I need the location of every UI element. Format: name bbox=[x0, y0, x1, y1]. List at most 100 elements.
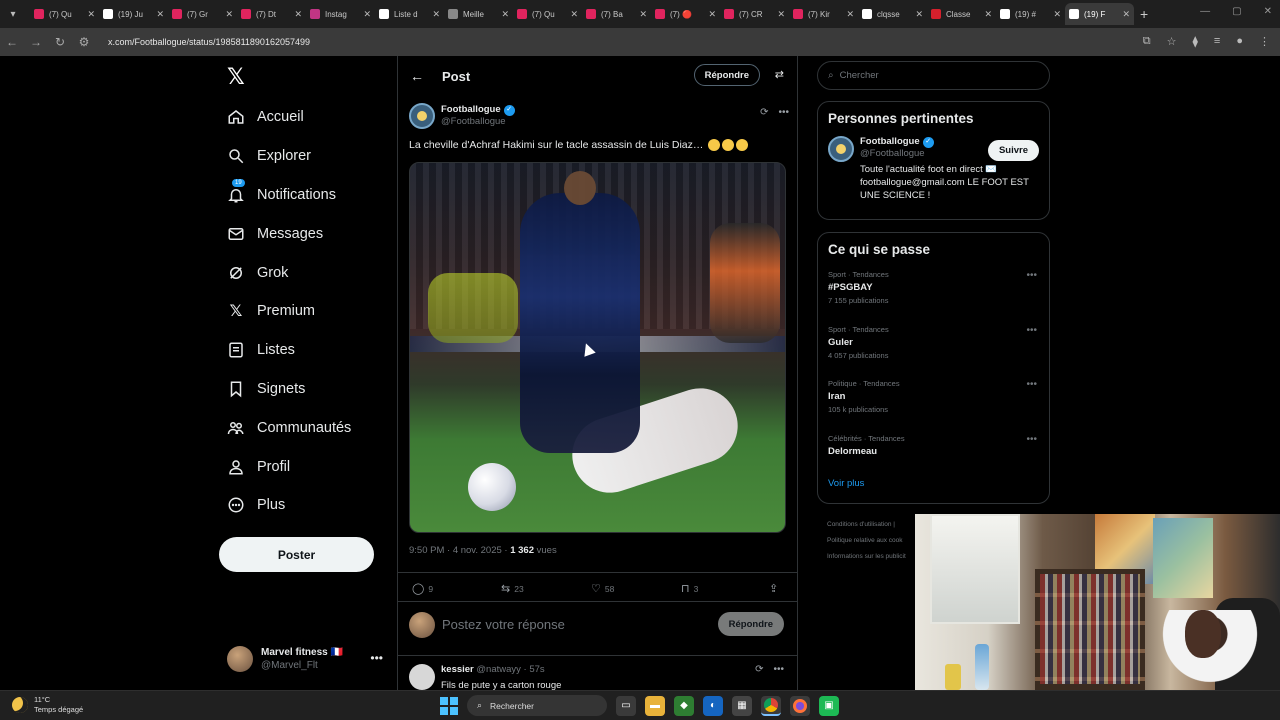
bookmark-action[interactable]: ⊓ 3 bbox=[681, 582, 698, 595]
tab-close-icon[interactable]: ✕ bbox=[846, 9, 854, 20]
reply-item[interactable]: kessier @natwayy · 57s Fils de pute y a … bbox=[398, 658, 798, 691]
tab-close-icon[interactable]: ✕ bbox=[915, 9, 923, 20]
reply-author-name[interactable]: kessier bbox=[441, 664, 474, 675]
nav-item-premium[interactable]: 𝕏 Premium bbox=[227, 292, 397, 331]
relevant-person[interactable]: Footballogue ✓ @Footballogue Toute l'actu… bbox=[818, 126, 1049, 210]
bookmark-star-icon[interactable]: ☆ bbox=[1167, 35, 1177, 48]
tab-close-icon[interactable]: ✕ bbox=[777, 9, 785, 20]
back-nav-icon[interactable]: ← bbox=[0, 35, 24, 49]
share-action[interactable]: ⇪ bbox=[769, 582, 782, 595]
tweet-time[interactable]: 9:50 PM · 4 nov. 2025 · bbox=[409, 545, 510, 556]
reply-more-icon[interactable]: ••• bbox=[773, 664, 784, 675]
tab-close-icon[interactable]: ✕ bbox=[432, 9, 440, 20]
like-action[interactable]: ♡ 58 bbox=[591, 582, 614, 595]
author-handle[interactable]: @Footballogue bbox=[441, 116, 515, 128]
account-switcher[interactable]: Marvel fitness 🇫🇷 @Marvel_Flt ••• bbox=[227, 643, 387, 675]
nav-item-communities[interactable]: Communautés bbox=[227, 408, 397, 447]
start-windows-icon[interactable] bbox=[440, 696, 458, 715]
reply-action[interactable]: ◯ 9 bbox=[412, 582, 433, 595]
media-icon[interactable]: ≡ bbox=[1214, 35, 1220, 48]
close-window-icon[interactable]: ✕ bbox=[1264, 6, 1272, 17]
footer-link[interactable]: Politique relative aux cook bbox=[827, 533, 906, 549]
browser-tab[interactable]: (7) Qu ✕ bbox=[30, 3, 99, 25]
browser-tab[interactable]: Meille ✕ bbox=[444, 3, 513, 25]
chrome-icon[interactable] bbox=[761, 695, 781, 716]
tab-close-icon[interactable]: ✕ bbox=[87, 9, 95, 20]
tab-close-icon[interactable]: ✕ bbox=[570, 9, 578, 20]
avatar[interactable] bbox=[409, 664, 435, 690]
browser-tab[interactable]: (7) Qu ✕ bbox=[513, 3, 582, 25]
footer-link[interactable]: Conditions d'utilisation | bbox=[827, 517, 906, 533]
file-explorer-icon[interactable]: ▬ bbox=[645, 695, 665, 716]
url-field[interactable]: x.com/Footballogue/status/19858118901620… bbox=[108, 37, 310, 47]
maximize-icon[interactable]: ▢ bbox=[1232, 6, 1241, 17]
taskbar-search[interactable]: ⌕ Rechercher bbox=[467, 695, 607, 716]
trend-more-icon[interactable]: ••• bbox=[1026, 270, 1037, 281]
browser-tab[interactable]: (19) # ✕ bbox=[996, 3, 1065, 25]
trend-item[interactable]: Célébrités · Tendances Delormeau ••• bbox=[818, 434, 1049, 478]
browser-tab[interactable]: Classe ✕ bbox=[927, 3, 996, 25]
trend-more-icon[interactable]: ••• bbox=[1026, 434, 1037, 445]
tab-search-icon[interactable]: ▾ bbox=[6, 7, 20, 21]
site-info-icon[interactable]: ⚙ bbox=[72, 35, 96, 49]
tweet-media-video[interactable] bbox=[409, 162, 786, 533]
author-avatar[interactable] bbox=[409, 103, 435, 129]
tab-close-icon[interactable]: ✕ bbox=[225, 9, 233, 20]
browser-tab[interactable]: (7) Kir ✕ bbox=[789, 3, 858, 25]
nav-item-home[interactable]: Accueil bbox=[227, 98, 397, 137]
tab-close-icon[interactable]: ✕ bbox=[639, 9, 647, 20]
browser-menu-icon[interactable]: ⋮ bbox=[1259, 35, 1270, 48]
browser-tab[interactable]: Liste d ✕ bbox=[375, 3, 444, 25]
nvidia-icon[interactable]: ◆ bbox=[674, 695, 694, 716]
reload-icon[interactable]: ↻ bbox=[48, 35, 72, 49]
trend-item[interactable]: Sport · Tendances Guler 4 057 publicatio… bbox=[818, 325, 1049, 380]
filter-icon[interactable]: ⇄ bbox=[775, 68, 784, 81]
grok-explain-icon[interactable]: ⟳ bbox=[755, 664, 763, 675]
browser-tab[interactable]: (7) Ba ✕ bbox=[582, 3, 651, 25]
tab-close-icon[interactable]: ✕ bbox=[501, 9, 509, 20]
browser-tab[interactable]: clqsse ✕ bbox=[858, 3, 927, 25]
tab-close-icon[interactable]: ✕ bbox=[984, 9, 992, 20]
tab-close-icon[interactable]: ✕ bbox=[156, 9, 164, 20]
new-tab-button[interactable]: + bbox=[1140, 6, 1148, 22]
install-app-icon[interactable]: ⧉ bbox=[1143, 35, 1151, 48]
relevant-name[interactable]: Footballogue bbox=[860, 136, 920, 148]
nav-item-explore[interactable]: Explorer bbox=[227, 137, 397, 176]
see-more-link[interactable]: Voir plus bbox=[818, 478, 1049, 489]
author-name[interactable]: Footballogue bbox=[441, 104, 501, 116]
store-icon[interactable]: ▦ bbox=[732, 695, 752, 716]
footer-link[interactable]: Informations sur les publicit bbox=[827, 549, 906, 565]
x-logo-icon[interactable]: 𝕏 bbox=[227, 64, 245, 90]
app-icon[interactable]: ▣ bbox=[819, 695, 839, 716]
forward-nav-icon[interactable]: → bbox=[24, 35, 48, 49]
more-dots-icon[interactable]: ••• bbox=[370, 651, 383, 665]
reply-header-button[interactable]: Répondre bbox=[693, 64, 760, 86]
browser-tab[interactable]: (7) Gr ✕ bbox=[168, 3, 237, 25]
tab-close-icon[interactable]: ✕ bbox=[363, 9, 371, 20]
tab-close-icon[interactable]: ✕ bbox=[1053, 9, 1061, 20]
browser-tab[interactable]: (7) Dt ✕ bbox=[237, 3, 306, 25]
browser-tab[interactable]: Instag ✕ bbox=[306, 3, 375, 25]
tab-close-icon[interactable]: ✕ bbox=[294, 9, 302, 20]
grok-explain-icon[interactable]: ⟳ bbox=[760, 107, 768, 118]
tab-close-icon[interactable]: ✕ bbox=[1122, 9, 1130, 20]
browser-tab[interactable]: (19) Ju ✕ bbox=[99, 3, 168, 25]
trend-item[interactable]: Sport · Tendances #PSGBAY 7 155 publicat… bbox=[818, 270, 1049, 325]
nav-item-bookmarks[interactable]: Signets bbox=[227, 370, 397, 409]
trend-more-icon[interactable]: ••• bbox=[1026, 379, 1037, 390]
tweet-more-icon[interactable]: ••• bbox=[778, 107, 789, 118]
retweet-action[interactable]: ⇆ 23 bbox=[501, 582, 524, 595]
task-view-icon[interactable]: ▭ bbox=[616, 695, 636, 716]
nav-item-messages[interactable]: Messages bbox=[227, 214, 397, 253]
trend-item[interactable]: Politique · Tendances Iran 105 k publica… bbox=[818, 379, 1049, 434]
nav-item-lists[interactable]: Listes bbox=[227, 331, 397, 370]
firefox-icon[interactable] bbox=[790, 695, 810, 716]
nav-item-profile[interactable]: Profil bbox=[227, 447, 397, 486]
edge-icon[interactable]: ◐ bbox=[703, 695, 723, 716]
back-arrow-icon[interactable]: ← bbox=[410, 68, 424, 84]
browser-tab[interactable]: (7) CR ✕ bbox=[720, 3, 789, 25]
weather-widget[interactable]: 11°C Temps dégagé bbox=[12, 695, 83, 715]
nav-item-more[interactable]: Plus bbox=[227, 486, 397, 525]
browser-tab[interactable]: (7) 🔴 ✕ bbox=[651, 3, 720, 25]
follow-button[interactable]: Suivre bbox=[987, 140, 1039, 161]
